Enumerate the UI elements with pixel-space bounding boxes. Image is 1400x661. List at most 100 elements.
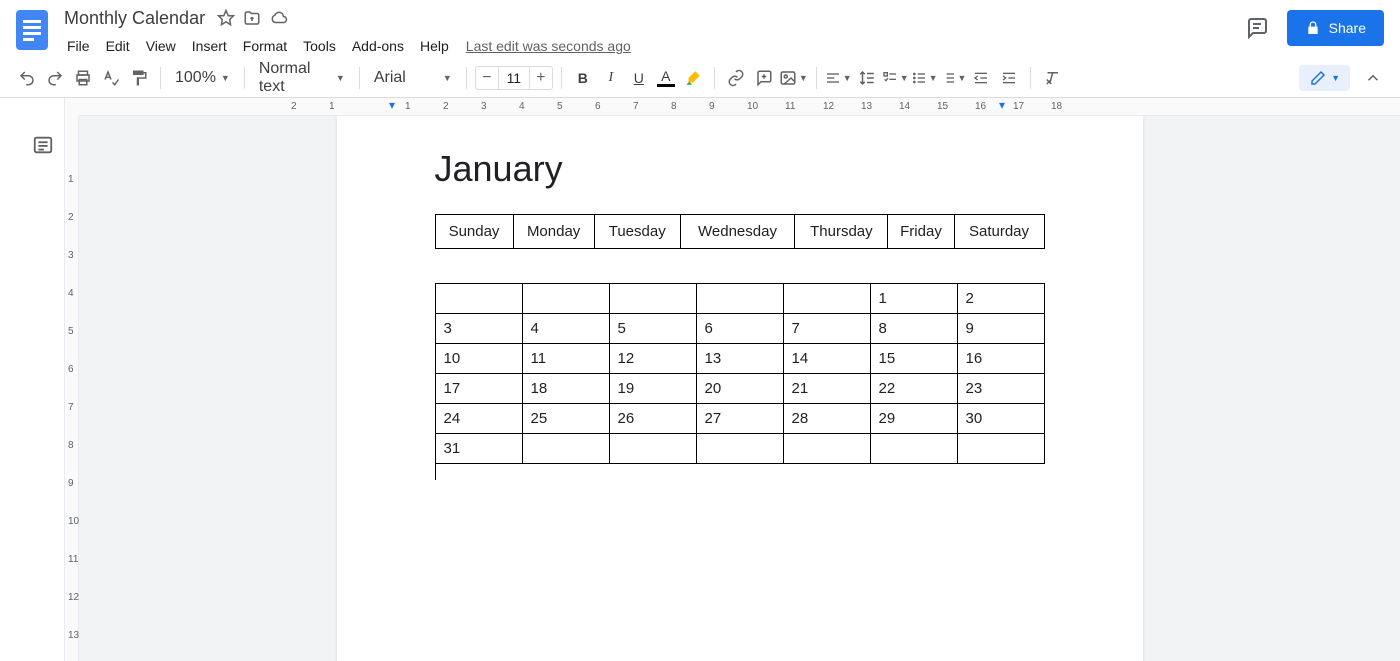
calendar-cell[interactable] bbox=[609, 284, 696, 314]
line-spacing-button[interactable] bbox=[854, 64, 880, 92]
day-header[interactable]: Sunday bbox=[435, 215, 513, 249]
calendar-cell[interactable]: 29 bbox=[870, 404, 957, 434]
last-edit-link[interactable]: Last edit was seconds ago bbox=[458, 34, 639, 58]
table-row[interactable]: 3456789 bbox=[435, 314, 1044, 344]
calendar-cell[interactable]: 12 bbox=[609, 344, 696, 374]
menu-file[interactable]: File bbox=[60, 34, 97, 58]
calendar-body-table[interactable]: 1234567891011121314151617181920212223242… bbox=[435, 283, 1045, 464]
calendar-cell[interactable]: 8 bbox=[870, 314, 957, 344]
link-button[interactable] bbox=[723, 64, 749, 92]
numbered-list-button[interactable]: ▼ bbox=[940, 64, 967, 92]
text-color-button[interactable]: A bbox=[654, 68, 678, 87]
calendar-cell[interactable]: 28 bbox=[783, 404, 870, 434]
edit-mode-button[interactable]: ▼ bbox=[1299, 65, 1350, 91]
calendar-cell[interactable]: 5 bbox=[609, 314, 696, 344]
comments-icon[interactable] bbox=[1245, 16, 1269, 40]
menu-help[interactable]: Help bbox=[413, 34, 456, 58]
calendar-cell[interactable]: 21 bbox=[783, 374, 870, 404]
calendar-cell[interactable] bbox=[609, 434, 696, 464]
table-row[interactable]: 31 bbox=[435, 434, 1044, 464]
calendar-cell[interactable]: 13 bbox=[696, 344, 783, 374]
indent-increase-button[interactable] bbox=[996, 64, 1022, 92]
calendar-cell[interactable] bbox=[870, 434, 957, 464]
font-dropdown[interactable]: Arial▼ bbox=[368, 64, 458, 92]
calendar-header-table[interactable]: SundayMondayTuesdayWednesdayThursdayFrid… bbox=[435, 214, 1045, 249]
font-size-value[interactable]: 11 bbox=[498, 67, 530, 89]
menu-edit[interactable]: Edit bbox=[99, 34, 137, 58]
calendar-cell[interactable]: 2 bbox=[957, 284, 1044, 314]
page-heading[interactable]: January bbox=[435, 148, 1045, 190]
calendar-cell[interactable]: 17 bbox=[435, 374, 522, 404]
star-icon[interactable] bbox=[217, 9, 235, 27]
collapse-toolbar-button[interactable] bbox=[1360, 64, 1386, 92]
calendar-cell[interactable] bbox=[522, 434, 609, 464]
style-dropdown[interactable]: Normal text▼ bbox=[253, 64, 351, 92]
calendar-cell[interactable]: 1 bbox=[870, 284, 957, 314]
italic-button[interactable]: I bbox=[598, 64, 624, 92]
calendar-cell[interactable] bbox=[696, 434, 783, 464]
underline-button[interactable]: U bbox=[626, 64, 652, 92]
calendar-cell[interactable]: 31 bbox=[435, 434, 522, 464]
calendar-cell[interactable] bbox=[783, 434, 870, 464]
clear-format-button[interactable] bbox=[1039, 64, 1065, 92]
calendar-cell[interactable]: 30 bbox=[957, 404, 1044, 434]
move-icon[interactable] bbox=[243, 9, 261, 27]
calendar-cell[interactable] bbox=[435, 284, 522, 314]
calendar-cell[interactable]: 10 bbox=[435, 344, 522, 374]
table-row[interactable]: 17181920212223 bbox=[435, 374, 1044, 404]
day-header[interactable]: Tuesday bbox=[594, 215, 680, 249]
image-button[interactable]: ▼ bbox=[779, 64, 808, 92]
font-size-increase[interactable]: + bbox=[530, 69, 552, 87]
docs-logo[interactable] bbox=[14, 6, 50, 54]
document-title[interactable]: Monthly Calendar bbox=[60, 7, 209, 30]
indent-decrease-button[interactable] bbox=[968, 64, 994, 92]
calendar-cell[interactable]: 26 bbox=[609, 404, 696, 434]
day-header[interactable]: Thursday bbox=[795, 215, 888, 249]
menu-tools[interactable]: Tools bbox=[296, 34, 343, 58]
menu-insert[interactable]: Insert bbox=[185, 34, 234, 58]
calendar-cell[interactable]: 19 bbox=[609, 374, 696, 404]
calendar-cell[interactable] bbox=[696, 284, 783, 314]
calendar-cell[interactable]: 16 bbox=[957, 344, 1044, 374]
table-row[interactable]: 12 bbox=[435, 284, 1044, 314]
redo-button[interactable] bbox=[42, 64, 68, 92]
calendar-cell[interactable]: 27 bbox=[696, 404, 783, 434]
canvas[interactable]: January SundayMondayTuesdayWednesdayThur… bbox=[79, 116, 1400, 661]
bulleted-list-button[interactable]: ▼ bbox=[911, 64, 938, 92]
day-header[interactable]: Friday bbox=[888, 215, 954, 249]
zoom-dropdown[interactable]: 100%▼ bbox=[169, 64, 236, 92]
calendar-cell[interactable]: 15 bbox=[870, 344, 957, 374]
calendar-cell[interactable]: 3 bbox=[435, 314, 522, 344]
menu-format[interactable]: Format bbox=[236, 34, 294, 58]
calendar-cell[interactable]: 7 bbox=[783, 314, 870, 344]
calendar-cell[interactable]: 23 bbox=[957, 374, 1044, 404]
font-size-decrease[interactable]: − bbox=[476, 69, 498, 87]
menu-view[interactable]: View bbox=[139, 34, 183, 58]
calendar-cell[interactable] bbox=[522, 284, 609, 314]
calendar-cell[interactable]: 20 bbox=[696, 374, 783, 404]
outline-icon[interactable] bbox=[32, 134, 64, 161]
align-button[interactable]: ▼ bbox=[825, 64, 852, 92]
calendar-cell[interactable]: 9 bbox=[957, 314, 1044, 344]
paint-format-button[interactable] bbox=[126, 64, 152, 92]
spellcheck-button[interactable] bbox=[98, 64, 124, 92]
calendar-cell[interactable]: 22 bbox=[870, 374, 957, 404]
calendar-cell[interactable] bbox=[957, 434, 1044, 464]
calendar-cell[interactable]: 6 bbox=[696, 314, 783, 344]
table-row[interactable]: 24252627282930 bbox=[435, 404, 1044, 434]
bold-button[interactable]: B bbox=[570, 64, 596, 92]
calendar-cell[interactable]: 11 bbox=[522, 344, 609, 374]
cloud-icon[interactable] bbox=[269, 9, 289, 27]
highlight-button[interactable] bbox=[680, 64, 706, 92]
calendar-cell[interactable]: 14 bbox=[783, 344, 870, 374]
print-button[interactable] bbox=[70, 64, 96, 92]
calendar-cell[interactable] bbox=[783, 284, 870, 314]
day-header[interactable]: Monday bbox=[513, 215, 594, 249]
undo-button[interactable] bbox=[14, 64, 40, 92]
calendar-cell[interactable]: 18 bbox=[522, 374, 609, 404]
calendar-cell[interactable]: 25 bbox=[522, 404, 609, 434]
calendar-cell[interactable]: 4 bbox=[522, 314, 609, 344]
table-row[interactable]: 10111213141516 bbox=[435, 344, 1044, 374]
comment-button[interactable] bbox=[751, 64, 777, 92]
menu-addons[interactable]: Add-ons bbox=[345, 34, 411, 58]
